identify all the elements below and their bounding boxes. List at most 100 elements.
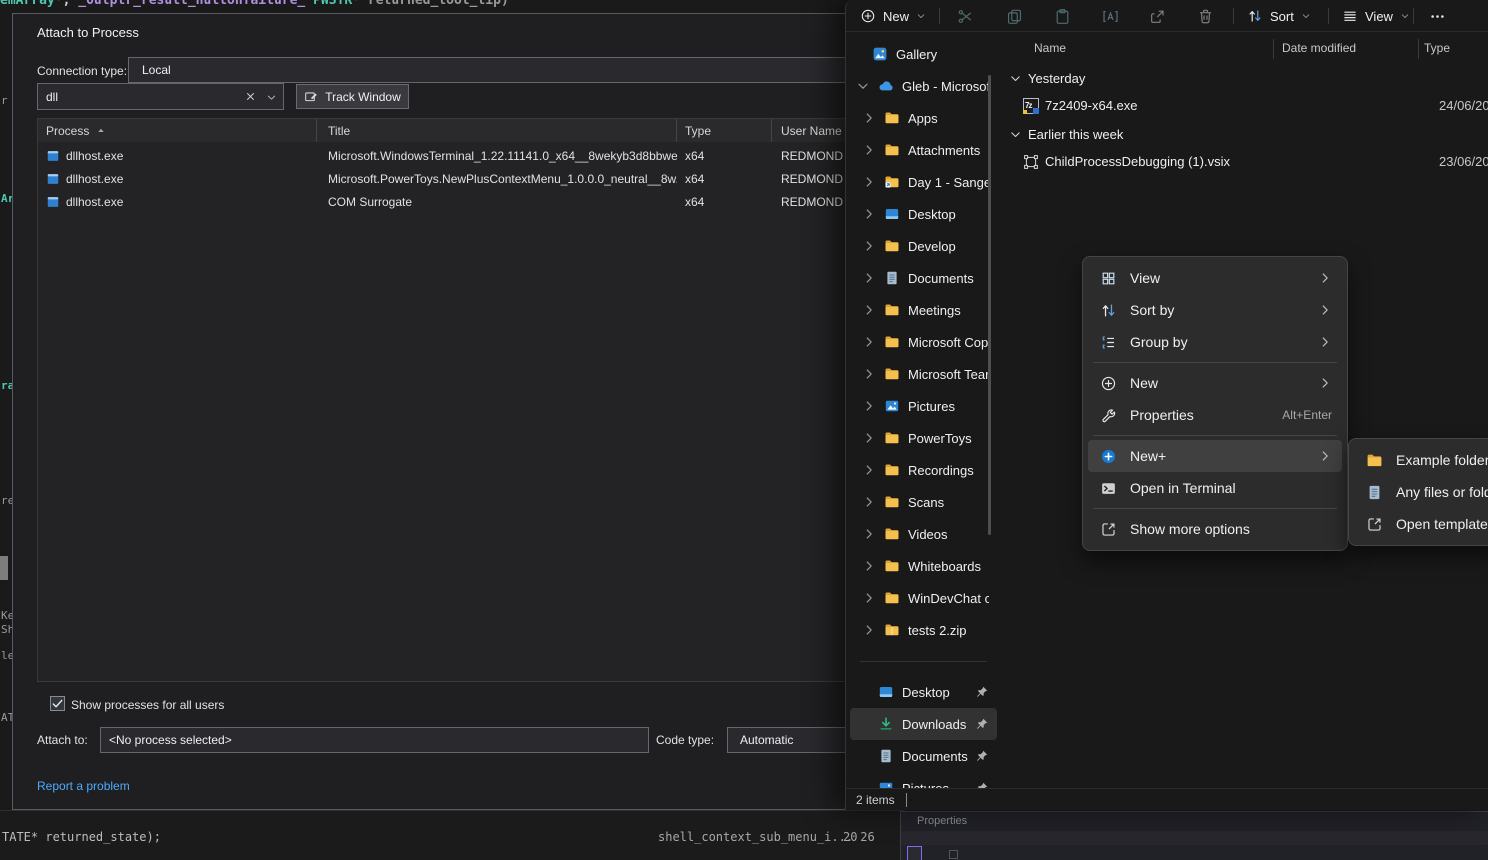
- process-filter-input[interactable]: [46, 85, 236, 108]
- sidebar-item-videos[interactable]: Videos: [850, 518, 997, 550]
- file-row-vsix[interactable]: ChildProcessDebugging (1).vsix 23/06/202…: [1001, 148, 1488, 176]
- chevron-right-icon[interactable]: [862, 207, 876, 221]
- chevron-right-icon[interactable]: [862, 271, 876, 285]
- toolbar-separator: [1413, 8, 1414, 24]
- chevron-right-icon[interactable]: [862, 143, 876, 157]
- sidebar-item-powertoys[interactable]: PowerToys: [850, 422, 997, 454]
- chevron-right-icon[interactable]: [862, 463, 876, 477]
- chevron-right-icon[interactable]: [862, 399, 876, 413]
- file-row-7z2409[interactable]: 7z 7z2409-x64.exe 24/06/2025 17:12 Appli…: [1001, 92, 1488, 120]
- sidebar-pinned-pictures[interactable]: Pictures: [850, 772, 997, 788]
- sidebar-item-meetings[interactable]: Meetings: [850, 294, 997, 326]
- attach-to-input[interactable]: [100, 727, 649, 753]
- sidebar-item-tests-zip[interactable]: tests 2.zip: [850, 614, 997, 646]
- sidebar-item-scans[interactable]: Scans: [850, 486, 997, 518]
- chevron-right-icon[interactable]: [862, 335, 876, 349]
- sidebar-item-microsoft-teams[interactable]: Microsoft Tear: [850, 358, 997, 390]
- explorer-toolbar: New Sort View: [846, 0, 1488, 32]
- chevron-right-icon[interactable]: [862, 367, 876, 381]
- sidebar-scrollbar[interactable]: [988, 75, 991, 535]
- column-header-process[interactable]: Process: [38, 119, 317, 142]
- chevron-down-icon[interactable]: [1009, 72, 1022, 85]
- sidebar-item-onedrive[interactable]: Gleb - Microsof: [850, 70, 997, 102]
- column-divider[interactable]: [1273, 39, 1274, 59]
- menu-item-properties[interactable]: Properties Alt+Enter: [1088, 399, 1342, 431]
- properties-selected-item[interactable]: [907, 846, 922, 860]
- menu-item-sort-by[interactable]: Sort by: [1088, 294, 1342, 326]
- sidebar-item-apps[interactable]: Apps: [850, 102, 997, 134]
- group-header-yesterday[interactable]: Yesterday: [1001, 64, 1488, 92]
- process-filter-box[interactable]: [37, 83, 284, 110]
- chevron-right-icon[interactable]: [862, 303, 876, 317]
- column-divider[interactable]: [1418, 39, 1419, 59]
- chevron-down-icon[interactable]: [1009, 128, 1022, 141]
- menu-item-open-in-terminal[interactable]: Open in Terminal: [1088, 472, 1342, 504]
- menu-item-new-plus[interactable]: New+: [1088, 440, 1342, 472]
- chevron-right-icon[interactable]: [862, 239, 876, 253]
- chevron-right-icon: [1318, 271, 1332, 285]
- sidebar-item-develop[interactable]: Develop: [850, 230, 997, 262]
- connection-type-combo[interactable]: Local: [128, 57, 852, 83]
- chevron-right-icon[interactable]: [862, 623, 876, 637]
- submenu-item-any-files[interactable]: Any files or folde: [1354, 476, 1488, 508]
- sidebar-item-whiteboards[interactable]: Whiteboards: [850, 550, 997, 582]
- process-row[interactable]: dllhost.exe COM Surrogate x64 REDMOND: [38, 190, 850, 213]
- chevron-right-icon[interactable]: [862, 111, 876, 125]
- folder-icon: [884, 526, 900, 542]
- menu-item-group-by[interactable]: Group by: [1088, 326, 1342, 358]
- clear-filter-icon[interactable]: [244, 90, 257, 103]
- code-type-combo[interactable]: Automatic: [727, 727, 852, 753]
- editor-fragment: r: [1, 95, 8, 107]
- sidebar-pinned-documents[interactable]: Documents: [850, 740, 997, 772]
- chevron-right-icon[interactable]: [862, 527, 876, 541]
- report-problem-link[interactable]: Report a problem: [37, 779, 130, 793]
- sidebar-item-desktop[interactable]: Desktop: [850, 198, 997, 230]
- rename-button[interactable]: [1097, 4, 1123, 28]
- new-button[interactable]: New: [854, 3, 932, 29]
- column-header-title[interactable]: Title: [317, 119, 677, 142]
- column-date-modified[interactable]: Date modified: [1282, 41, 1356, 55]
- sidebar-item-day1[interactable]: Day 1 - Sangee: [850, 166, 997, 198]
- menu-item-new[interactable]: New: [1088, 367, 1342, 399]
- copy-button[interactable]: [1001, 4, 1027, 28]
- chevron-right-icon[interactable]: [862, 591, 876, 605]
- group-header-earlier-this-week[interactable]: Earlier this week: [1001, 120, 1488, 148]
- column-header-type[interactable]: Type: [677, 119, 772, 142]
- sidebar-item-microsoft-copilot[interactable]: Microsoft Cop: [850, 326, 997, 358]
- cut-button[interactable]: [952, 4, 978, 28]
- track-window-button[interactable]: Track Window: [296, 84, 409, 109]
- sidebar-item-gallery[interactable]: Gallery: [850, 38, 997, 70]
- delete-button[interactable]: [1192, 4, 1218, 28]
- view-button[interactable]: View: [1336, 3, 1416, 29]
- submenu-item-example-folder[interactable]: Example folder: [1354, 444, 1488, 476]
- column-type[interactable]: Type: [1424, 41, 1450, 55]
- file-icon: [1366, 484, 1383, 501]
- connection-type-label: Connection type:: [37, 64, 127, 78]
- menu-item-view[interactable]: View: [1088, 262, 1342, 294]
- sidebar-item-documents[interactable]: Documents: [850, 262, 997, 294]
- chevron-right-icon[interactable]: [862, 431, 876, 445]
- sidebar-pinned-downloads[interactable]: Downloads: [850, 708, 997, 740]
- filter-dropdown-icon[interactable]: [266, 92, 277, 103]
- submenu-item-open-templates[interactable]: Open templates: [1354, 508, 1488, 540]
- process-row[interactable]: dllhost.exe Microsoft.WindowsTerminal_1.…: [38, 144, 850, 167]
- sidebar-item-recordings[interactable]: Recordings: [850, 454, 997, 486]
- column-name[interactable]: Name: [1034, 41, 1066, 55]
- sort-button[interactable]: Sort: [1241, 3, 1317, 29]
- sidebar-pinned-desktop[interactable]: Desktop: [850, 676, 997, 708]
- share-button[interactable]: [1144, 4, 1170, 28]
- process-row[interactable]: dllhost.exe Microsoft.PowerToys.NewPlusC…: [38, 167, 850, 190]
- sidebar-item-attachments[interactable]: Attachments: [850, 134, 997, 166]
- chevron-down-icon[interactable]: [856, 79, 870, 93]
- menu-item-show-more-options[interactable]: Show more options: [1088, 513, 1342, 545]
- chevron-right-icon[interactable]: [862, 559, 876, 573]
- sidebar-item-windevchat[interactable]: WinDevChat c: [850, 582, 997, 614]
- chevron-right-icon[interactable]: [862, 175, 876, 189]
- more-options-button[interactable]: [1424, 4, 1450, 28]
- sidebar-item-pictures[interactable]: Pictures: [850, 390, 997, 422]
- picture-icon: [878, 780, 894, 788]
- show-all-users-checkbox[interactable]: [50, 696, 65, 711]
- column-header-user[interactable]: User Name: [772, 119, 850, 142]
- chevron-right-icon[interactable]: [862, 495, 876, 509]
- paste-button[interactable]: [1049, 4, 1075, 28]
